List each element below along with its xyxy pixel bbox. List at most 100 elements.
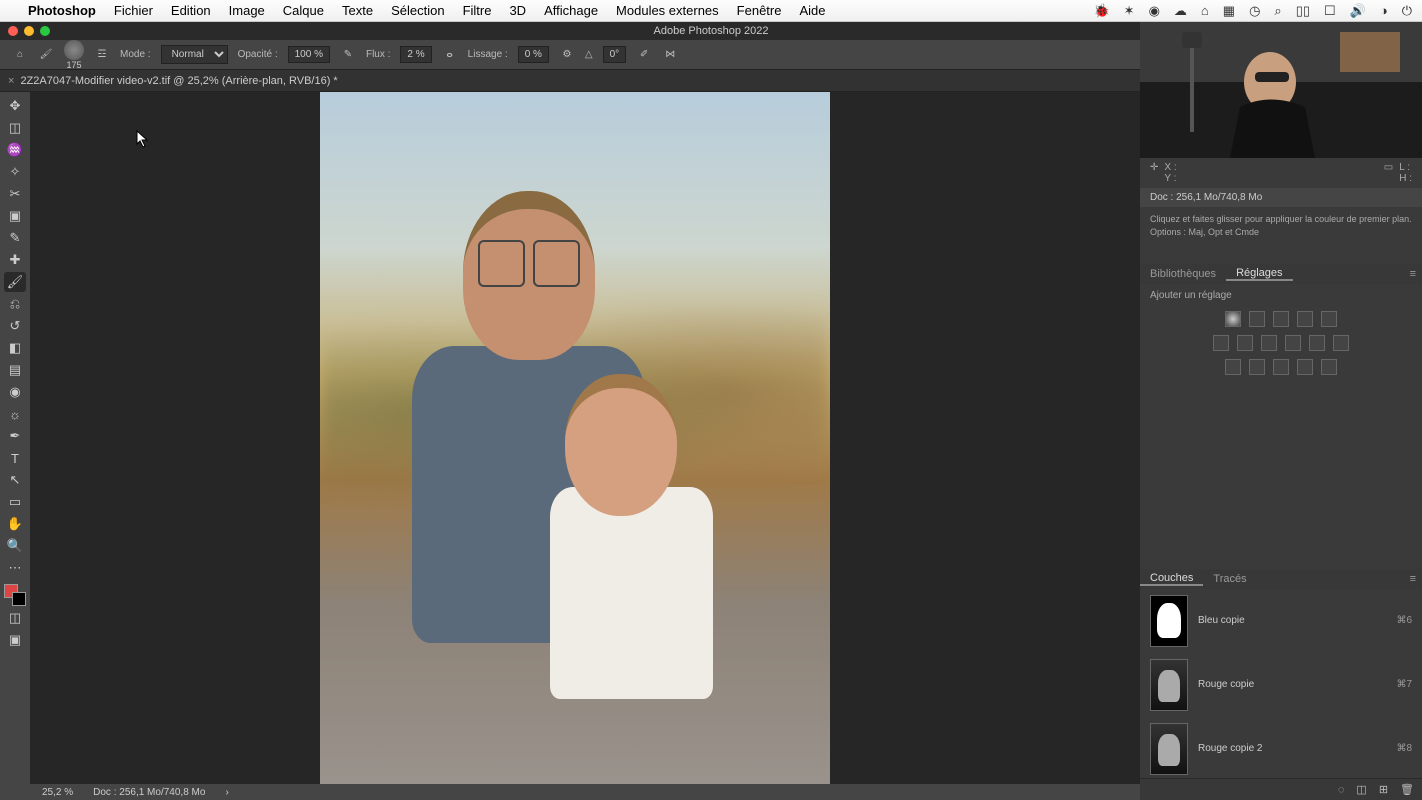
status-icon[interactable]: ◷ (1249, 3, 1260, 19)
gradient-tool[interactable]: ▤ (4, 360, 26, 380)
menu-calque[interactable]: Calque (283, 3, 324, 18)
airbrush-icon[interactable]: ⴰ (442, 47, 458, 63)
type-tool[interactable]: T (4, 448, 26, 468)
gear-icon[interactable]: ⚙ (559, 47, 575, 63)
document-tab[interactable]: 2Z2A7047-Modifier video-v2.tif @ 25,2% (… (20, 75, 337, 87)
zoom-tool[interactable]: 🔍 (4, 536, 26, 556)
colorbalance-icon[interactable] (1237, 335, 1253, 351)
load-selection-icon[interactable]: ◌ (1338, 784, 1345, 796)
tab-close-icon[interactable]: × (8, 75, 14, 87)
lasso-tool[interactable]: ♒ (4, 140, 26, 160)
shape-tool[interactable]: ▭ (4, 492, 26, 512)
quickmask-icon[interactable]: ◫ (4, 608, 26, 628)
channel-name[interactable]: Bleu copie (1198, 615, 1245, 626)
selectivecolor-icon[interactable] (1321, 359, 1337, 375)
window-close-icon[interactable] (8, 26, 18, 36)
screenmode-icon[interactable]: ▣ (4, 630, 26, 650)
vibrance-icon[interactable] (1321, 311, 1337, 327)
channelmixer-icon[interactable] (1309, 335, 1325, 351)
brush-preview[interactable] (64, 40, 84, 60)
brush-tool[interactable]: 🖌 (4, 272, 26, 292)
menu-aide[interactable]: Aide (799, 3, 825, 18)
blur-tool[interactable]: ◉ (4, 382, 26, 402)
photofilter-icon[interactable] (1285, 335, 1301, 351)
status-icon[interactable]: ▯▯ (1296, 3, 1310, 19)
trash-icon[interactable]: 🗑 (1400, 783, 1414, 796)
stamp-tool[interactable]: ⎌ (4, 294, 26, 314)
eyedropper-tool[interactable]: ✎ (4, 228, 26, 248)
menu-image[interactable]: Image (229, 3, 265, 18)
healing-tool[interactable]: ✚ (4, 250, 26, 270)
crop-tool[interactable]: ✂ (4, 184, 26, 204)
move-tool[interactable]: ✥ (4, 96, 26, 116)
status-icon[interactable]: 🔊 (1350, 3, 1366, 19)
status-icon[interactable]: ▦ (1223, 3, 1235, 19)
window-zoom-icon[interactable] (40, 26, 50, 36)
home-icon[interactable]: ⌂ (12, 47, 28, 63)
marquee-tool[interactable]: ◫ (4, 118, 26, 138)
tab-bibliotheques[interactable]: Bibliothèques (1140, 268, 1226, 280)
status-icon[interactable]: ◉ (1149, 3, 1160, 19)
tab-reglages[interactable]: Réglages (1226, 267, 1292, 281)
menu-filtre[interactable]: Filtre (463, 3, 492, 18)
status-icon[interactable]: ✶ (1124, 3, 1135, 19)
frame-tool[interactable]: ▣ (4, 206, 26, 226)
symmetry-icon[interactable]: ⋈ (662, 47, 678, 63)
brush-settings-icon[interactable]: ☲ (94, 47, 110, 63)
document-canvas[interactable] (320, 92, 830, 798)
curves-icon[interactable] (1273, 311, 1289, 327)
history-brush-tool[interactable]: ↺ (4, 316, 26, 336)
invert-icon[interactable] (1225, 359, 1241, 375)
save-selection-icon[interactable]: ◫ (1356, 783, 1366, 796)
lissage-value[interactable]: 0 % (518, 46, 549, 63)
status-icon[interactable]: ⏻ (1402, 3, 1412, 19)
canvas-area[interactable]: 25,2 % Doc : 256,1 Mo/740,8 Mo › (30, 92, 1140, 800)
posterize-icon[interactable] (1249, 359, 1265, 375)
menu-edition[interactable]: Edition (171, 3, 211, 18)
tab-couches[interactable]: Couches (1140, 572, 1203, 586)
window-minimize-icon[interactable] (24, 26, 34, 36)
doc-size[interactable]: Doc : 256,1 Mo/740,8 Mo (93, 787, 205, 798)
more-tools[interactable]: ⋯ (4, 558, 26, 578)
menu-modules[interactable]: Modules externes (616, 3, 719, 18)
status-arrow-icon[interactable]: › (225, 787, 228, 798)
pressure-opacity-icon[interactable]: ✎ (340, 47, 356, 63)
menu-selection[interactable]: Sélection (391, 3, 444, 18)
tab-traces[interactable]: Tracés (1203, 573, 1256, 585)
eraser-tool[interactable]: ◧ (4, 338, 26, 358)
angle-value[interactable]: 0° (603, 46, 627, 63)
status-icon[interactable]: ☁ (1174, 3, 1187, 19)
wand-tool[interactable]: ✧ (4, 162, 26, 182)
status-icon[interactable]: ☐ (1324, 3, 1336, 19)
pressure-size-icon[interactable]: ✐ (636, 47, 652, 63)
bw-icon[interactable] (1261, 335, 1277, 351)
status-icon[interactable]: ◑ (1380, 3, 1388, 19)
channel-name[interactable]: Rouge copie 2 (1198, 743, 1263, 754)
new-channel-icon[interactable]: ⊞ (1379, 783, 1388, 796)
channel-name[interactable]: Rouge copie (1198, 679, 1254, 690)
color-swatches[interactable] (4, 584, 26, 606)
panel-menu-icon[interactable]: ≡ (1404, 268, 1422, 280)
menu-3d[interactable]: 3D (509, 3, 526, 18)
channel-thumbnail[interactable] (1150, 595, 1188, 647)
menu-app[interactable]: Photoshop (28, 3, 96, 18)
channel-row[interactable]: Bleu copie ⌘6 (1140, 589, 1422, 653)
path-tool[interactable]: ↖ (4, 470, 26, 490)
exposure-icon[interactable] (1297, 311, 1313, 327)
pen-tool[interactable]: ✒ (4, 426, 26, 446)
status-icon[interactable]: ⌕ (1274, 3, 1281, 19)
menu-affichage[interactable]: Affichage (544, 3, 598, 18)
flux-value[interactable]: 2 % (400, 46, 431, 63)
menu-texte[interactable]: Texte (342, 3, 373, 18)
hand-tool[interactable]: ✋ (4, 514, 26, 534)
colorlookup-icon[interactable] (1333, 335, 1349, 351)
channel-thumbnail[interactable] (1150, 659, 1188, 711)
levels-icon[interactable] (1249, 311, 1265, 327)
hue-icon[interactable] (1213, 335, 1229, 351)
channel-row[interactable]: Rouge copie 2 ⌘8 (1140, 717, 1422, 778)
menu-fichier[interactable]: Fichier (114, 3, 153, 18)
threshold-icon[interactable] (1273, 359, 1289, 375)
status-icon[interactable]: 🐞 (1093, 3, 1109, 19)
tool-preset-icon[interactable]: 🖌 (38, 47, 54, 63)
opacity-value[interactable]: 100 % (288, 46, 330, 63)
